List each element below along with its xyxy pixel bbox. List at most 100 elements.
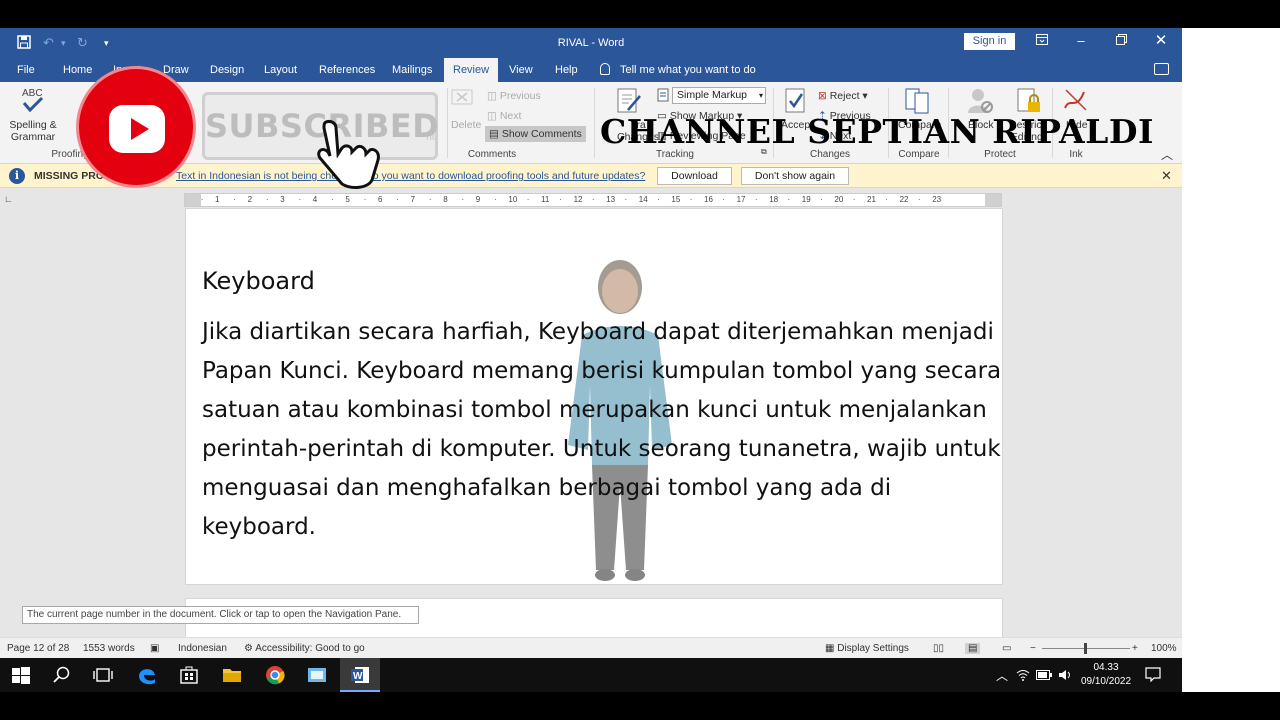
- tell-me-search[interactable]: Tell me what you want to do: [600, 58, 756, 82]
- zoom-in-button[interactable]: +: [1132, 643, 1138, 654]
- ruler-number: 18: [769, 195, 779, 204]
- battery-icon[interactable]: [1036, 670, 1052, 680]
- chevron-down-icon: ▾: [758, 91, 763, 100]
- show-comments-button[interactable]: ▤ Show Comments: [485, 126, 586, 142]
- ruler-tick: ·: [428, 195, 432, 204]
- paragraph-line: Jika diartikan secara harfiah, Keyboard …: [202, 319, 994, 345]
- ruler-number: 6: [378, 195, 383, 204]
- previous-comment-label: Previous: [499, 90, 541, 102]
- show-hidden-icons-icon[interactable]: ︿: [996, 667, 1008, 684]
- ruler-tick: ·: [885, 195, 888, 204]
- proofing-status-icon[interactable]: ▣: [150, 643, 159, 654]
- edge-browser-icon[interactable]: [136, 664, 158, 686]
- ruler-number: 15: [671, 195, 681, 204]
- windows-start-icon[interactable]: [10, 664, 32, 686]
- clock-date: 09/10/2022: [1080, 676, 1132, 687]
- word-taskbar-button[interactable]: W: [340, 658, 380, 692]
- display-settings-label: Display Settings: [837, 643, 909, 654]
- word-app-icon: W: [351, 667, 369, 683]
- control-panel-icon[interactable]: [306, 664, 328, 686]
- tab-help[interactable]: Help: [546, 58, 587, 82]
- task-view-icon[interactable]: [92, 664, 114, 686]
- read-mode-icon[interactable]: ▯▯: [933, 643, 944, 654]
- wifi-icon[interactable]: [1016, 669, 1030, 681]
- horizontal-ruler[interactable]: 1 · 2 · 3 · 4 · 5 · 6 · 7 · 8 · 9 · 10 · 11 · 12 · 13 · 14 · 15 · 16 · 1…: [184, 193, 1002, 207]
- volume-icon[interactable]: [1058, 669, 1072, 681]
- search-icon[interactable]: [50, 664, 72, 686]
- notifications-icon[interactable]: [1145, 667, 1161, 682]
- tab-file[interactable]: File: [8, 58, 44, 82]
- message-title: MISSING PRO: [34, 170, 105, 182]
- youtube-logo-overlay: [76, 66, 196, 188]
- tab-view[interactable]: View: [500, 58, 542, 82]
- ruler-tick: ·: [624, 195, 628, 204]
- delete-comment-button[interactable]: Delete: [451, 119, 481, 131]
- ruler-number: 17: [736, 195, 746, 204]
- ruler-tick: ·: [722, 195, 725, 204]
- page-number-indicator[interactable]: Page 12 of 28: [7, 643, 69, 654]
- display-for-review-icon: [657, 88, 671, 105]
- collapse-ribbon-icon[interactable]: ︿: [1161, 146, 1173, 163]
- tab-selector[interactable]: ∟: [4, 194, 16, 206]
- store-icon[interactable]: [178, 664, 200, 686]
- display-settings-button[interactable]: ▦ Display Settings: [825, 643, 909, 654]
- word-count[interactable]: 1553 words: [83, 643, 135, 654]
- channel-name-overlay: CHANNEL SEPTIAN RIPALDI: [600, 112, 1154, 151]
- tab-mailings[interactable]: Mailings: [383, 58, 441, 82]
- spelling-grammar-button[interactable]: Spelling & Grammar: [9, 119, 57, 143]
- minimize-icon[interactable]: –: [1071, 33, 1091, 48]
- zoom-out-button[interactable]: −: [1030, 643, 1036, 654]
- svg-text:W: W: [353, 671, 363, 682]
- reject-label: Reject: [829, 90, 860, 102]
- title-bar: ↶ ▾ ↻ ▾ RIVAL - Word Sign in – ✕: [0, 28, 1182, 58]
- ruler-margin-left: [185, 194, 201, 206]
- close-icon[interactable]: ✕: [1151, 31, 1171, 49]
- accessibility-icon: ⚙: [244, 643, 256, 654]
- chrome-icon[interactable]: [264, 664, 286, 686]
- divider: [447, 88, 448, 158]
- file-explorer-icon[interactable]: [221, 664, 243, 686]
- ruler-number: 20: [834, 195, 844, 204]
- display-settings-icon: ▦: [825, 643, 838, 654]
- close-message-icon[interactable]: ✕: [1161, 168, 1172, 184]
- tab-design[interactable]: Design: [201, 58, 253, 82]
- message-link[interactable]: Text in Indonesian is not being checked.…: [176, 170, 645, 182]
- ruler-tick: ·: [363, 195, 367, 204]
- accessibility-checker[interactable]: ⚙ Accessibility: Good to go: [244, 643, 365, 654]
- reject-button[interactable]: ⊠ Reject ▾: [818, 90, 868, 102]
- markup-select[interactable]: Simple Markup ▾: [672, 87, 766, 104]
- tab-home[interactable]: Home: [54, 58, 101, 82]
- ribbon-display-options-icon[interactable]: [1032, 33, 1052, 48]
- ruler-tick: ·: [657, 195, 660, 204]
- system-clock[interactable]: 04.33 09/10/2022: [1080, 661, 1132, 689]
- next-comment-label: Next: [499, 110, 522, 122]
- sign-in-button[interactable]: Sign in: [964, 33, 1015, 50]
- download-button[interactable]: Download: [657, 167, 732, 185]
- dont-show-again-button[interactable]: Don't show again: [741, 167, 849, 185]
- next-comment-button[interactable]: ◫ Next: [487, 110, 521, 122]
- comments-pane-icon[interactable]: [1154, 63, 1169, 75]
- print-layout-icon[interactable]: ▤: [965, 643, 981, 654]
- document-paragraph[interactable]: Jika diartikan secara harfiah, Keyboard …: [202, 313, 1002, 547]
- ruler-number: 8: [443, 195, 448, 204]
- previous-comment-button[interactable]: ◫ Previous: [487, 90, 541, 102]
- restore-icon[interactable]: [1111, 33, 1131, 48]
- info-icon: i: [9, 168, 25, 184]
- ruler-tick: ·: [852, 195, 856, 204]
- ruler-tick: ·: [494, 195, 497, 204]
- ruler-number: 11: [541, 195, 550, 204]
- language-indicator[interactable]: Indonesian: [178, 643, 227, 654]
- tell-me-label: Tell me what you want to do: [620, 64, 756, 76]
- ruler-number: 22: [899, 195, 909, 204]
- ruler-number: 10: [508, 195, 518, 204]
- tab-layout[interactable]: Layout: [255, 58, 306, 82]
- tab-references[interactable]: References: [310, 58, 384, 82]
- tab-review[interactable]: Review: [444, 58, 499, 82]
- next-comment-icon: ◫: [487, 110, 500, 122]
- zoom-slider-handle[interactable]: [1084, 643, 1087, 654]
- ruler-number: 19: [801, 195, 811, 204]
- document-heading[interactable]: Keyboard: [202, 267, 315, 295]
- ruler-tick: ·: [265, 195, 269, 204]
- web-layout-icon[interactable]: ▭: [1002, 643, 1011, 654]
- zoom-level[interactable]: 100%: [1151, 643, 1177, 654]
